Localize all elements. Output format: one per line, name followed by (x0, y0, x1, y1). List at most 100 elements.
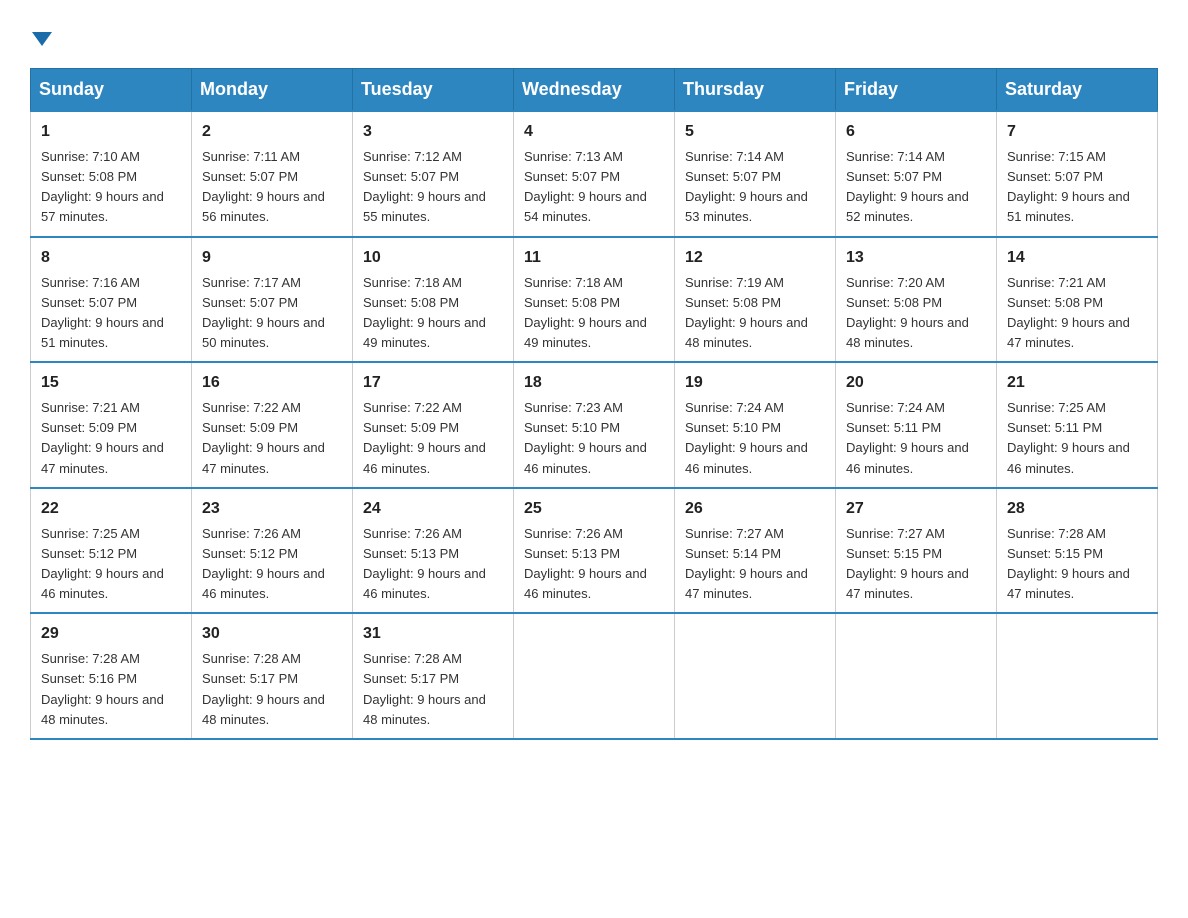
calendar-table: SundayMondayTuesdayWednesdayThursdayFrid… (30, 68, 1158, 740)
day-number: 23 (202, 497, 342, 521)
day-info: Sunrise: 7:27 AMSunset: 5:14 PMDaylight:… (685, 524, 825, 605)
calendar-cell: 11 Sunrise: 7:18 AMSunset: 5:08 PMDayligh… (514, 237, 675, 363)
day-number: 19 (685, 371, 825, 395)
day-number: 28 (1007, 497, 1147, 521)
day-number: 3 (363, 120, 503, 144)
day-info: Sunrise: 7:28 AMSunset: 5:16 PMDaylight:… (41, 649, 181, 730)
calendar-cell: 28 Sunrise: 7:28 AMSunset: 5:15 PMDayligh… (997, 488, 1158, 614)
day-info: Sunrise: 7:12 AMSunset: 5:07 PMDaylight:… (363, 147, 503, 228)
day-info: Sunrise: 7:26 AMSunset: 5:13 PMDaylight:… (524, 524, 664, 605)
header-thursday: Thursday (675, 69, 836, 112)
calendar-cell: 30Sunrise: 7:28 AMSunset: 5:17 PMDayligh… (192, 613, 353, 739)
day-number: 16 (202, 371, 342, 395)
day-info: Sunrise: 7:11 AMSunset: 5:07 PMDaylight:… (202, 147, 342, 228)
day-number: 30 (202, 622, 342, 646)
calendar-header-row: SundayMondayTuesdayWednesdayThursdayFrid… (31, 69, 1158, 112)
day-number: 11 (524, 246, 664, 270)
day-number: 10 (363, 246, 503, 270)
logo (30, 20, 52, 48)
day-info: Sunrise: 7:26 AMSunset: 5:13 PMDaylight:… (363, 524, 503, 605)
day-number: 27 (846, 497, 986, 521)
calendar-cell: 24 Sunrise: 7:26 AMSunset: 5:13 PMDayligh… (353, 488, 514, 614)
day-info: Sunrise: 7:15 AMSunset: 5:07 PMDaylight:… (1007, 147, 1147, 228)
day-number: 5 (685, 120, 825, 144)
day-number: 25 (524, 497, 664, 521)
calendar-cell: 31 Sunrise: 7:28 AMSunset: 5:17 PMDayligh… (353, 613, 514, 739)
calendar-cell: 8 Sunrise: 7:16 AMSunset: 5:07 PMDaylight… (31, 237, 192, 363)
day-number: 18 (524, 371, 664, 395)
calendar-week-5: 29Sunrise: 7:28 AMSunset: 5:16 PMDayligh… (31, 613, 1158, 739)
calendar-cell: 9 Sunrise: 7:17 AMSunset: 5:07 PMDaylight… (192, 237, 353, 363)
header-saturday: Saturday (997, 69, 1158, 112)
day-info: Sunrise: 7:16 AMSunset: 5:07 PMDaylight:… (41, 273, 181, 354)
day-number: 7 (1007, 120, 1147, 144)
day-number: 21 (1007, 371, 1147, 395)
calendar-cell (675, 613, 836, 739)
day-number: 6 (846, 120, 986, 144)
day-number: 1 (41, 120, 181, 144)
page-header (30, 20, 1158, 48)
calendar-cell: 27 Sunrise: 7:27 AMSunset: 5:15 PMDayligh… (836, 488, 997, 614)
day-number: 2 (202, 120, 342, 144)
calendar-cell: 20 Sunrise: 7:24 AMSunset: 5:11 PMDayligh… (836, 362, 997, 488)
calendar-week-2: 8 Sunrise: 7:16 AMSunset: 5:07 PMDaylight… (31, 237, 1158, 363)
day-info: Sunrise: 7:19 AMSunset: 5:08 PMDaylight:… (685, 273, 825, 354)
calendar-cell (836, 613, 997, 739)
day-number: 24 (363, 497, 503, 521)
day-number: 26 (685, 497, 825, 521)
logo-triangle-icon (32, 32, 52, 46)
calendar-cell: 23 Sunrise: 7:26 AMSunset: 5:12 PMDayligh… (192, 488, 353, 614)
calendar-cell: 14 Sunrise: 7:21 AMSunset: 5:08 PMDayligh… (997, 237, 1158, 363)
day-number: 31 (363, 622, 503, 646)
day-info: Sunrise: 7:24 AMSunset: 5:10 PMDaylight:… (685, 398, 825, 479)
day-info: Sunrise: 7:14 AMSunset: 5:07 PMDaylight:… (685, 147, 825, 228)
day-info: Sunrise: 7:23 AMSunset: 5:10 PMDaylight:… (524, 398, 664, 479)
day-number: 14 (1007, 246, 1147, 270)
day-info: Sunrise: 7:18 AMSunset: 5:08 PMDaylight:… (363, 273, 503, 354)
calendar-cell: 4Sunrise: 7:13 AMSunset: 5:07 PMDaylight… (514, 111, 675, 237)
calendar-cell: 1 Sunrise: 7:10 AMSunset: 5:08 PMDaylight… (31, 111, 192, 237)
calendar-cell: 15Sunrise: 7:21 AMSunset: 5:09 PMDayligh… (31, 362, 192, 488)
day-number: 8 (41, 246, 181, 270)
header-friday: Friday (836, 69, 997, 112)
day-number: 13 (846, 246, 986, 270)
day-number: 17 (363, 371, 503, 395)
day-info: Sunrise: 7:26 AMSunset: 5:12 PMDaylight:… (202, 524, 342, 605)
day-info: Sunrise: 7:18 AMSunset: 5:08 PMDaylight:… (524, 273, 664, 354)
day-number: 22 (41, 497, 181, 521)
day-info: Sunrise: 7:10 AMSunset: 5:08 PMDaylight:… (41, 147, 181, 228)
calendar-cell: 12Sunrise: 7:19 AMSunset: 5:08 PMDayligh… (675, 237, 836, 363)
calendar-cell: 3 Sunrise: 7:12 AMSunset: 5:07 PMDaylight… (353, 111, 514, 237)
calendar-cell (514, 613, 675, 739)
day-info: Sunrise: 7:27 AMSunset: 5:15 PMDaylight:… (846, 524, 986, 605)
logo-text (30, 20, 52, 48)
day-info: Sunrise: 7:14 AMSunset: 5:07 PMDaylight:… (846, 147, 986, 228)
calendar-cell: 19 Sunrise: 7:24 AMSunset: 5:10 PMDayligh… (675, 362, 836, 488)
day-info: Sunrise: 7:21 AMSunset: 5:08 PMDaylight:… (1007, 273, 1147, 354)
calendar-cell: 2 Sunrise: 7:11 AMSunset: 5:07 PMDaylight… (192, 111, 353, 237)
day-info: Sunrise: 7:28 AMSunset: 5:15 PMDaylight:… (1007, 524, 1147, 605)
day-info: Sunrise: 7:17 AMSunset: 5:07 PMDaylight:… (202, 273, 342, 354)
day-info: Sunrise: 7:20 AMSunset: 5:08 PMDaylight:… (846, 273, 986, 354)
calendar-cell: 21Sunrise: 7:25 AMSunset: 5:11 PMDayligh… (997, 362, 1158, 488)
day-info: Sunrise: 7:22 AMSunset: 5:09 PMDaylight:… (363, 398, 503, 479)
header-monday: Monday (192, 69, 353, 112)
header-tuesday: Tuesday (353, 69, 514, 112)
calendar-cell: 26 Sunrise: 7:27 AMSunset: 5:14 PMDayligh… (675, 488, 836, 614)
calendar-cell: 6 Sunrise: 7:14 AMSunset: 5:07 PMDaylight… (836, 111, 997, 237)
day-info: Sunrise: 7:28 AMSunset: 5:17 PMDaylight:… (363, 649, 503, 730)
calendar-cell: 16 Sunrise: 7:22 AMSunset: 5:09 PMDayligh… (192, 362, 353, 488)
calendar-cell: 13 Sunrise: 7:20 AMSunset: 5:08 PMDayligh… (836, 237, 997, 363)
day-info: Sunrise: 7:13 AMSunset: 5:07 PMDaylight:… (524, 147, 664, 228)
calendar-cell (997, 613, 1158, 739)
day-info: Sunrise: 7:25 AMSunset: 5:12 PMDaylight:… (41, 524, 181, 605)
calendar-cell: 22 Sunrise: 7:25 AMSunset: 5:12 PMDayligh… (31, 488, 192, 614)
calendar-week-3: 15Sunrise: 7:21 AMSunset: 5:09 PMDayligh… (31, 362, 1158, 488)
day-number: 20 (846, 371, 986, 395)
day-info: Sunrise: 7:24 AMSunset: 5:11 PMDaylight:… (846, 398, 986, 479)
day-number: 9 (202, 246, 342, 270)
calendar-cell: 29Sunrise: 7:28 AMSunset: 5:16 PMDayligh… (31, 613, 192, 739)
calendar-cell: 10 Sunrise: 7:18 AMSunset: 5:08 PMDayligh… (353, 237, 514, 363)
day-info: Sunrise: 7:21 AMSunset: 5:09 PMDaylight:… (41, 398, 181, 479)
day-info: Sunrise: 7:22 AMSunset: 5:09 PMDaylight:… (202, 398, 342, 479)
